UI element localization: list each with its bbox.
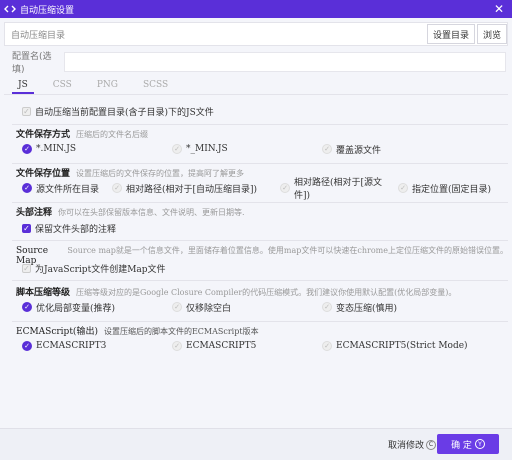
ok-button[interactable]: 确 定 Y bbox=[437, 434, 499, 454]
radio-icon: ✓ bbox=[322, 144, 332, 154]
radio-icon: ✓ bbox=[322, 341, 332, 351]
radio-icon: ✓ bbox=[112, 183, 122, 193]
title-bar: 自动压缩设置 ✕ bbox=[0, 0, 512, 18]
js-settings-panel: ✓ 自动压缩当前配置目录(含子目录)下的JS文件 文件保存方式 压缩后的文件名后… bbox=[4, 96, 508, 426]
keep-header-comment-checkbox[interactable]: ✓ bbox=[22, 223, 31, 233]
save-location-section: 文件保存位置 设置压缩后的文件保存的位置，提高阿了解更多 ✓ 源文件所在目录 ✓… bbox=[4, 166, 508, 201]
save-name-option-min-dot[interactable]: ✓ *.MIN.JS bbox=[22, 144, 172, 154]
radio-icon: ✓ bbox=[398, 183, 408, 193]
ok-shortcut-key: Y bbox=[474, 439, 485, 449]
radio-selected-icon: ✓ bbox=[22, 302, 32, 312]
auto-compress-label: 自动压缩当前配置目录(含子目录)下的JS文件 bbox=[35, 107, 214, 118]
ecma-option-es5-strict[interactable]: ✓ ECMASCRIPT5(Strict Mode) bbox=[322, 341, 468, 351]
tab-bar: JS CSS PNG SCSS bbox=[12, 78, 187, 94]
ecma-option-es3[interactable]: ✓ ECMASCRIPT3 bbox=[22, 341, 172, 351]
level-option-whitespace[interactable]: ✓ 仅移除空白 bbox=[172, 301, 322, 314]
save-location-desc: 设置压缩后的文件保存的位置，提高阿了解更多 bbox=[76, 169, 245, 178]
radio-selected-icon: ✓ bbox=[22, 183, 32, 193]
tab-js[interactable]: JS bbox=[12, 78, 34, 94]
ok-label: 确 定 bbox=[451, 440, 472, 451]
location-option-relative-source[interactable]: ✓ 相对路径(相对于[源文件]) bbox=[280, 175, 398, 201]
create-map-checkbox[interactable]: ✓ bbox=[22, 263, 31, 273]
code-icon bbox=[4, 3, 16, 15]
save-name-section: 文件保存方式 压缩后的文件名后缀 ✓ *.MIN.JS ✓ *_MIN.JS ✓… bbox=[4, 127, 508, 157]
compress-level-desc: 压缩等级对应的是Google Closure Compiler的代码压缩模式。我… bbox=[76, 288, 457, 297]
radio-icon: ✓ bbox=[280, 183, 290, 193]
compress-level-title: 脚本压缩等级 bbox=[16, 288, 71, 298]
window-title: 自动压缩设置 bbox=[20, 5, 75, 16]
tab-css[interactable]: CSS bbox=[47, 78, 78, 94]
browse-button[interactable]: 浏览 bbox=[476, 24, 507, 44]
ecmascript-title: ECMAScript(输出) bbox=[16, 327, 98, 337]
ecmascript-desc: 设置压缩后的脚本文件的ECMAScript版本 bbox=[103, 327, 259, 336]
save-name-title: 文件保存方式 bbox=[16, 130, 71, 140]
divider bbox=[12, 321, 508, 322]
header-comment-section: 头部注释 你可以在头部保留版本信息、文件说明、更新日期等. ✓ 保留文件头部的注… bbox=[4, 205, 508, 237]
set-dir-button[interactable]: 设置目录 bbox=[426, 24, 475, 44]
save-location-title: 文件保存位置 bbox=[16, 169, 71, 179]
auto-compress-checkbox[interactable]: ✓ bbox=[22, 106, 31, 116]
location-option-source[interactable]: ✓ 源文件所在目录 bbox=[22, 182, 112, 195]
save-name-desc: 压缩后的文件名后缀 bbox=[76, 130, 149, 139]
tab-divider bbox=[4, 94, 508, 95]
footer: 取消修改 C 确 定 Y bbox=[0, 428, 512, 460]
radio-icon: ✓ bbox=[322, 302, 332, 312]
ecmascript-section: ECMAScript(输出) 设置压缩后的脚本文件的ECMAScript版本 ✓… bbox=[4, 324, 508, 354]
save-name-option-overwrite[interactable]: ✓ 覆盖源文件 bbox=[322, 143, 381, 156]
divider bbox=[12, 240, 508, 241]
divider bbox=[12, 202, 508, 203]
header-comment-desc: 你可以在头部保留版本信息、文件说明、更新日期等. bbox=[58, 208, 245, 217]
divider bbox=[12, 163, 508, 164]
close-icon[interactable]: ✕ bbox=[492, 2, 506, 16]
cancel-button[interactable]: 取消修改 C bbox=[388, 438, 437, 451]
source-map-section: Source Map Source map就是一个信息文件，里面储存着位置信息。… bbox=[4, 245, 508, 277]
location-option-relative-dir[interactable]: ✓ 相对路径(相对于[自动压缩目录]) bbox=[112, 182, 280, 195]
cancel-label: 取消修改 bbox=[388, 441, 425, 451]
tab-scss[interactable]: SCSS bbox=[137, 78, 174, 94]
level-option-local-vars[interactable]: ✓ 优化局部变量(推荐) bbox=[22, 301, 172, 314]
divider bbox=[12, 280, 508, 281]
compress-level-section: 脚本压缩等级 压缩等级对应的是Google Closure Compiler的代… bbox=[4, 285, 508, 315]
config-name-label: 配置名(选填) bbox=[12, 52, 52, 75]
config-name-input[interactable] bbox=[64, 52, 506, 72]
compress-dir-input[interactable] bbox=[73, 24, 425, 44]
save-name-option-min-underscore[interactable]: ✓ *_MIN.JS bbox=[172, 144, 322, 154]
radio-selected-icon: ✓ bbox=[22, 144, 32, 154]
config-name-row: 配置名(选填) bbox=[4, 50, 508, 75]
create-map-label: 为JavaScript文件创建Map文件 bbox=[35, 264, 166, 275]
location-option-fixed[interactable]: ✓ 指定位置(固定目录) bbox=[398, 182, 491, 195]
header-comment-title: 头部注释 bbox=[16, 208, 53, 218]
radio-icon: ✓ bbox=[172, 341, 182, 351]
cancel-shortcut-key: C bbox=[426, 439, 437, 450]
compress-dir-row: 自动压缩目录 设置目录 浏览 bbox=[4, 22, 508, 46]
tab-png[interactable]: PNG bbox=[91, 78, 124, 94]
radio-selected-icon: ✓ bbox=[22, 341, 32, 351]
level-option-advanced[interactable]: ✓ 变态压缩(慎用) bbox=[322, 301, 397, 314]
keep-header-comment-label: 保留文件头部的注释 bbox=[35, 224, 117, 235]
ecma-option-es5[interactable]: ✓ ECMASCRIPT5 bbox=[172, 341, 322, 351]
auto-compress-section: ✓ 自动压缩当前配置目录(含子目录)下的JS文件 bbox=[4, 102, 508, 120]
radio-icon: ✓ bbox=[172, 144, 182, 154]
divider bbox=[12, 124, 508, 125]
radio-icon: ✓ bbox=[172, 302, 182, 312]
source-map-desc: Source map就是一个信息文件，里面储存着位置信息。使用map文件可以快速… bbox=[67, 246, 508, 255]
compress-dir-label: 自动压缩目录 bbox=[11, 30, 66, 41]
